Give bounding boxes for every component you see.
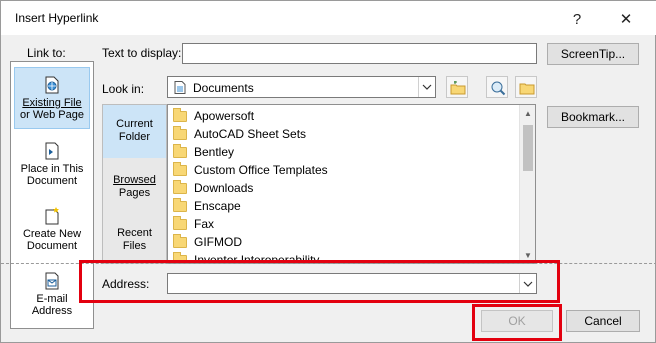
web-page-icon [45,76,59,94]
address-dropdown-arrow[interactable] [519,274,536,293]
list-item[interactable]: Fax [173,215,214,233]
folder-icon [519,83,535,95]
recent-files-label-2: Files [122,240,147,252]
list-item-label: Fax [194,217,215,231]
folder-icon [173,107,187,122]
folder-icon [173,125,187,140]
ok-button[interactable]: OK [481,310,553,332]
list-item[interactable]: Apowersoft [173,107,254,125]
title-bar: Insert Hyperlink ? ✕ [1,1,656,35]
chevron-down-icon [422,84,432,90]
folder-up-icon [450,81,466,95]
text-to-display-input[interactable] [182,43,537,64]
browse-web-button[interactable] [446,76,468,98]
look-in-dropdown-arrow[interactable] [418,77,435,97]
list-item-label: AutoCAD Sheet Sets [194,127,307,141]
list-item[interactable]: Enscape [173,197,241,215]
create-new-document-label-2: Document [26,240,78,252]
new-document-icon [45,207,59,225]
cancel-button[interactable]: Cancel [566,310,640,332]
scroll-up-arrow[interactable]: ▲ [520,105,535,121]
screentip-button[interactable]: ScreenTip... [547,43,639,65]
list-item[interactable]: Custom Office Templates [173,161,328,179]
list-item-label: Apowersoft [194,109,255,123]
list-item-label: Bentley [194,145,235,159]
list-item-label: Downloads [194,181,254,195]
list-item-label: GIFMOD [194,235,242,249]
list-item[interactable]: GIFMOD [173,233,242,251]
recent-files-label-1: Recent [117,227,152,239]
place-browsed-pages[interactable]: Browsed Pages [103,158,166,211]
address-input[interactable] [168,274,518,293]
help-button[interactable]: ? [565,7,589,31]
text-to-display-label: Text to display: [102,46,182,60]
browsed-pages-label-1: Browsed [113,174,156,186]
documents-icon [174,81,186,94]
address-label: Address: [102,277,150,291]
place-in-document-label-1: Place in This [20,163,84,175]
insert-hyperlink-dialog: Insert Hyperlink ? ✕ Link to: Existing F… [0,0,656,343]
place-current-folder[interactable]: Current Folder [103,105,166,158]
place-bar: Current Folder Browsed Pages Recent File… [102,104,167,264]
folder-icon [173,215,187,230]
folder-icon [173,143,187,158]
open-folder-button[interactable] [515,76,537,98]
create-new-document-label-1: Create New [22,228,82,240]
dialog-title: Insert Hyperlink [15,11,99,25]
list-item-label: Enscape [194,199,241,213]
list-item[interactable]: Bentley [173,143,234,161]
folder-icon [173,197,187,212]
close-button[interactable]: ✕ [614,7,638,31]
folder-icon [173,161,187,176]
email-icon [45,272,59,290]
list-item[interactable]: Downloads [173,179,253,197]
link-to-create-new-document[interactable]: Create New Document [14,207,90,257]
look-in-combo[interactable]: Documents [167,76,436,98]
look-in-value: Documents [193,81,254,95]
email-address-label-2: Address [31,305,73,317]
file-list[interactable]: Apowersoft AutoCAD Sheet Sets Bentley Cu… [167,104,536,264]
current-folder-label-1: Current [116,118,153,130]
document-place-icon [45,142,59,160]
current-folder-label-2: Folder [118,131,151,143]
search-web-icon [491,81,506,96]
chevron-down-icon [523,281,533,287]
address-combo[interactable] [167,273,537,294]
place-recent-files[interactable]: Recent Files [103,211,166,264]
file-list-scrollbar[interactable]: ▲ ▼ [519,105,535,263]
link-to-label: Link to: [27,46,66,60]
look-in-label: Look in: [102,82,145,96]
link-to-existing-file[interactable]: Existing File or Web Page [14,67,90,129]
folder-icon [173,179,187,194]
place-in-document-label-2: Document [26,175,78,187]
bookmark-button[interactable]: Bookmark... [547,106,639,128]
browsed-pages-label-2: Pages [118,187,151,199]
list-item-label: Custom Office Templates [194,163,328,177]
existing-file-label-2: or Web Page [19,109,84,121]
email-address-label-1: E-mail [36,293,68,305]
folder-icon [173,233,187,248]
link-to-place-in-document[interactable]: Place in This Document [14,142,90,192]
browse-file-button[interactable] [486,76,508,98]
scroll-thumb[interactable] [523,125,533,171]
list-item[interactable]: AutoCAD Sheet Sets [173,125,306,143]
existing-file-label-1: Existing File [22,97,82,109]
